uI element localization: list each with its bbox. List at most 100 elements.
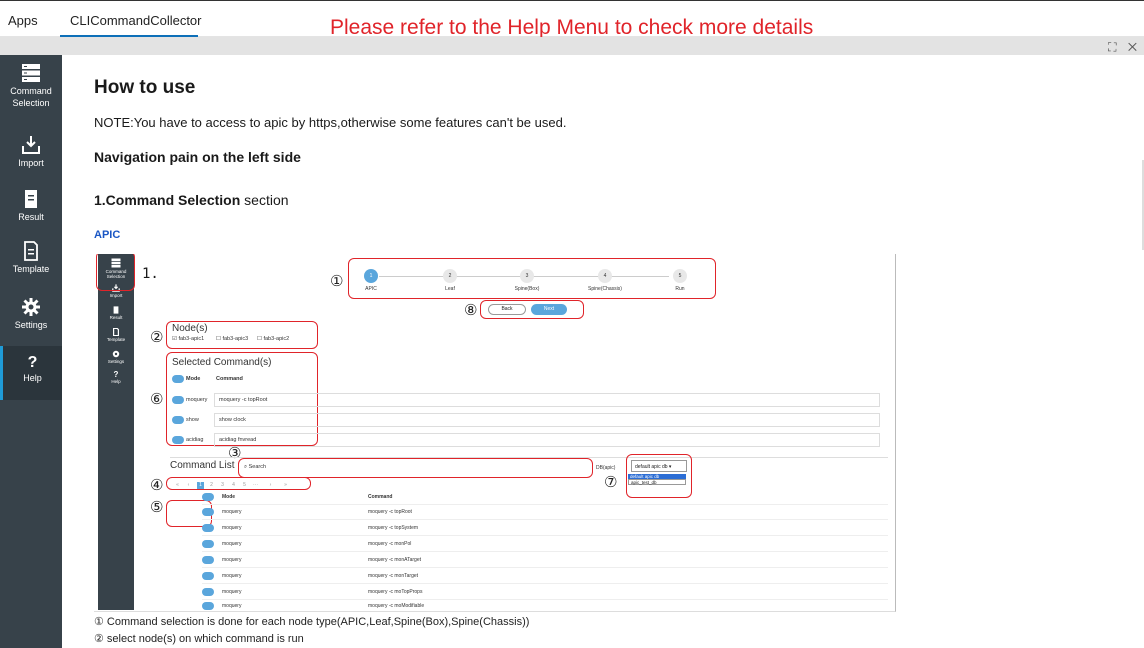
header-pill bbox=[202, 493, 214, 501]
table-row[interactable]: moquery moquery -c topRoot bbox=[202, 505, 888, 520]
step-1-label: APIC bbox=[365, 286, 377, 292]
nav-heading: Navigation pain on the left side bbox=[94, 149, 301, 165]
server-icon bbox=[22, 64, 40, 82]
table-row[interactable]: moquery moquery -c moTopProps bbox=[202, 585, 888, 600]
page-5[interactable]: 5 bbox=[241, 482, 248, 489]
selected-command-input[interactable]: show clock bbox=[214, 413, 880, 427]
add-pill[interactable] bbox=[202, 524, 214, 532]
page-prev[interactable]: ‹ bbox=[185, 482, 192, 489]
sidebar-item-help[interactable]: ? Help bbox=[0, 346, 62, 400]
sidebar: Command Selection Import Result Template… bbox=[0, 55, 62, 648]
db-select[interactable]: default apic db ▾ bbox=[631, 460, 687, 472]
step-3-dot[interactable]: 3 bbox=[520, 269, 534, 283]
table-row[interactable]: moquery moquery -c monTarget bbox=[202, 569, 888, 584]
node-checkbox-apic3[interactable]: ☐ fab3-apic3 bbox=[216, 336, 248, 342]
selected-col-command: Command bbox=[216, 376, 243, 382]
section-heading-rest: section bbox=[240, 192, 289, 208]
selected-title: Selected Command(s) bbox=[172, 357, 272, 368]
question-icon: ? bbox=[27, 354, 38, 371]
selected-command-input[interactable]: acidiag fnvread bbox=[214, 433, 880, 447]
caption-1: ① Command selection is done for each nod… bbox=[94, 616, 530, 628]
next-button[interactable]: Next bbox=[531, 304, 567, 315]
page-first[interactable]: « bbox=[174, 482, 181, 489]
sidebar-item-template[interactable]: Template bbox=[0, 241, 62, 275]
db-select-value: default apic db bbox=[635, 464, 668, 470]
search-input[interactable]: ⌕ Search bbox=[244, 464, 266, 471]
add-pill[interactable] bbox=[202, 556, 214, 564]
page-4[interactable]: 4 bbox=[230, 482, 237, 489]
tutorial-screenshot: Command Selection Import Result Template… bbox=[94, 254, 896, 612]
table-row[interactable]: moquery moquery -c moModifiable bbox=[202, 599, 888, 611]
add-pill[interactable] bbox=[202, 602, 214, 610]
apic-label: APIC bbox=[94, 229, 121, 241]
db-option-test[interactable]: apic_test_db bbox=[628, 479, 686, 485]
sidebar-label-help: Help bbox=[23, 373, 42, 383]
row-command: moquery -c moTopProps bbox=[368, 589, 423, 595]
mini-item-settings: Settings bbox=[98, 350, 134, 364]
selected-command-value: moquery -c topRoot bbox=[219, 397, 268, 403]
step-2-label: Leaf bbox=[445, 286, 455, 292]
row-mode: moquery bbox=[222, 573, 242, 579]
sidebar-item-settings[interactable]: Settings bbox=[0, 297, 62, 331]
sidebar-item-command-selection[interactable]: Command Selection bbox=[0, 63, 62, 109]
table-row[interactable]: moquery moquery -c monATarget bbox=[202, 553, 888, 568]
step-5-dot[interactable]: 5 bbox=[673, 269, 687, 283]
table-row[interactable]: moquery moquery -c monPol bbox=[202, 537, 888, 552]
add-pill[interactable] bbox=[202, 572, 214, 580]
page-next[interactable]: › bbox=[267, 482, 274, 489]
sidebar-item-import[interactable]: Import bbox=[0, 135, 62, 169]
command-list-title: Command List bbox=[170, 460, 235, 471]
marker-8: ⑧ bbox=[464, 301, 478, 319]
selected-col-mode: Mode bbox=[186, 376, 201, 382]
remove-pill[interactable] bbox=[172, 436, 184, 444]
add-pill[interactable] bbox=[202, 588, 214, 596]
marker-5: ⑤ bbox=[150, 498, 164, 516]
highlight-search bbox=[238, 458, 593, 478]
step-1-dot[interactable]: 1 bbox=[364, 269, 378, 283]
remove-pill[interactable] bbox=[172, 416, 184, 424]
page-last[interactable]: » bbox=[282, 482, 289, 489]
mini-label-result: Result bbox=[109, 315, 123, 320]
highlight-command-selection bbox=[96, 254, 135, 291]
selected-mode: show bbox=[186, 417, 199, 423]
db-label: DB(apic) bbox=[596, 465, 616, 471]
remove-pill[interactable] bbox=[172, 396, 184, 404]
marker-7: ⑦ bbox=[604, 473, 618, 491]
back-button[interactable]: Back bbox=[488, 304, 526, 315]
step-4-dot[interactable]: 4 bbox=[598, 269, 612, 283]
sidebar-item-result[interactable]: Result bbox=[0, 189, 62, 223]
selected-command-value: show clock bbox=[219, 417, 246, 423]
page-1[interactable]: 1 bbox=[197, 482, 204, 489]
document-icon bbox=[25, 190, 37, 208]
node-checkbox-apic1[interactable]: ☑ fab3-apic1 bbox=[172, 336, 204, 342]
selected-command-input[interactable]: moquery -c topRoot bbox=[214, 393, 880, 407]
node-label-apic2: fab3-apic2 bbox=[263, 336, 290, 342]
selected-command-value: acidiag fnvread bbox=[219, 437, 257, 443]
tab-apps[interactable]: Apps bbox=[8, 13, 38, 28]
tab-clicommandcollector[interactable]: CLICommandCollector bbox=[70, 13, 202, 28]
node-checkbox-apic2[interactable]: ☐ fab3-apic2 bbox=[257, 336, 289, 342]
row-command: moquery -c moModifiable bbox=[368, 603, 425, 609]
section-heading: 1.Command Selection section bbox=[94, 192, 289, 208]
mini-label-help: Help bbox=[111, 379, 121, 384]
selected-mode: acidiag bbox=[186, 437, 204, 443]
add-pill[interactable] bbox=[202, 508, 214, 516]
mini-item-result: Result bbox=[98, 306, 134, 320]
mini-gear-icon bbox=[112, 350, 120, 358]
table-row[interactable]: moquery moquery -c topSystem bbox=[202, 521, 888, 536]
gear-icon bbox=[22, 298, 40, 316]
add-pill[interactable] bbox=[202, 540, 214, 548]
page-3[interactable]: 3 bbox=[219, 482, 226, 489]
marker-6: ⑥ bbox=[150, 390, 164, 408]
panel-header-strip bbox=[0, 37, 1144, 55]
row-command: moquery -c monATarget bbox=[368, 557, 421, 563]
top-bar: Apps CLICommandCollector Please refer to… bbox=[0, 0, 1144, 39]
window-controls[interactable]: ⛶ ✕ bbox=[1108, 40, 1141, 55]
sidebar-label-result: Result bbox=[18, 212, 44, 222]
template-icon bbox=[24, 241, 38, 261]
note-text: NOTE:You have to access to apic by https… bbox=[94, 115, 567, 130]
caption-2: ② select node(s) on which command is run bbox=[94, 633, 304, 645]
step-2-dot[interactable]: 2 bbox=[443, 269, 457, 283]
page-2[interactable]: 2 bbox=[208, 482, 215, 489]
row-command: moquery -c topSystem bbox=[368, 525, 419, 531]
